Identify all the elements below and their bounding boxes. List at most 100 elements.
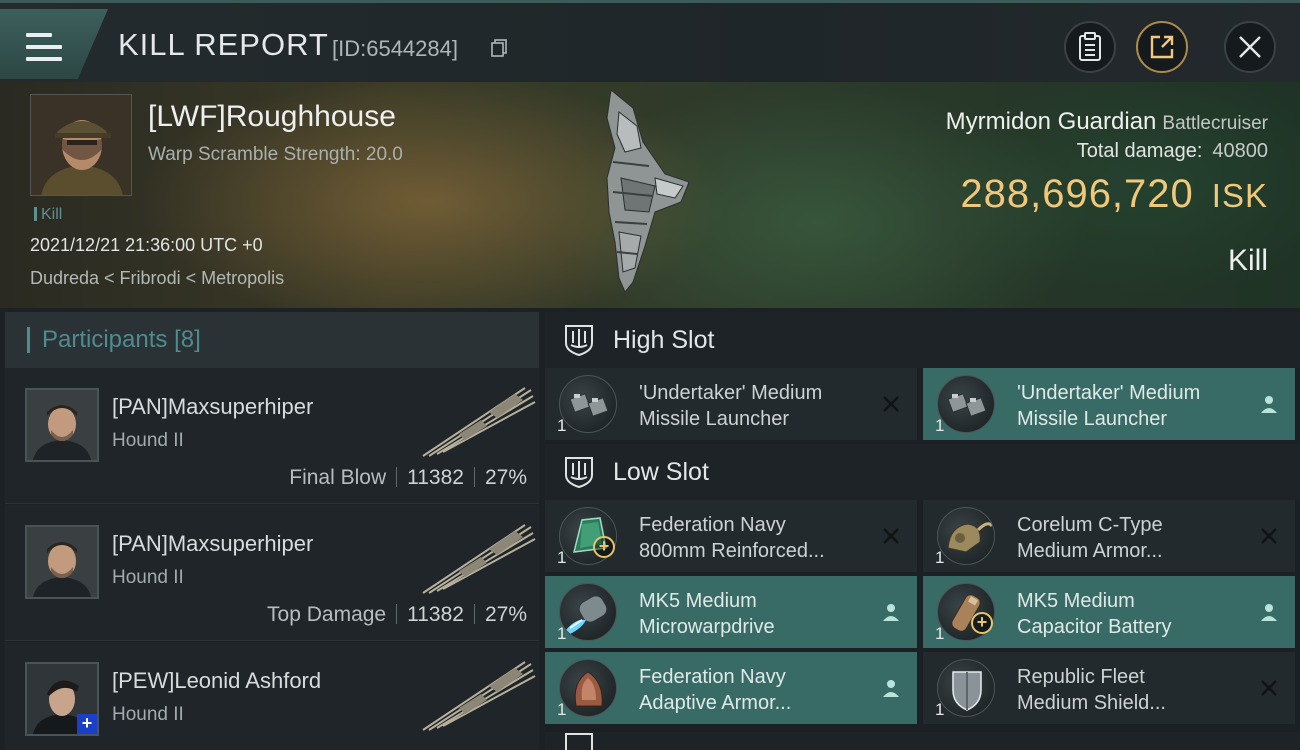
- hamburger-menu-icon: [26, 33, 62, 61]
- module-name: 'Undertaker' Medium Missile Launcher: [639, 382, 823, 430]
- adaptive-armor-icon: [559, 659, 617, 717]
- fittings-panel: High Slot 1 'Undertaker' Medium Missile L…: [545, 312, 1300, 750]
- victim-banner: [LWF]Roughhouse Warp Scramble Strength: …: [0, 82, 1300, 308]
- module-name: MK5 Medium Capacitor Battery: [1017, 590, 1172, 638]
- module-slot[interactable]: 1 MK5 Medium Microwarpdrive: [545, 576, 917, 648]
- victim-portrait[interactable]: [30, 94, 132, 196]
- participant-avatar[interactable]: [25, 388, 99, 462]
- participant-ship: Hound II: [112, 430, 184, 451]
- module-quantity: 1: [935, 624, 945, 643]
- module-slot[interactable]: 1 'Undertaker' Medium Missile Launcher: [545, 368, 917, 440]
- participant-ship: Hound II: [112, 567, 184, 588]
- share-button[interactable]: [1136, 21, 1188, 73]
- module-quantity: 1: [557, 548, 567, 567]
- participant-ship-icon: [422, 387, 536, 457]
- mid-slot-header-partial: [545, 732, 1300, 750]
- victim-ship-render: [606, 89, 690, 293]
- participant-stats: Top Damage 11382 27%: [267, 603, 527, 627]
- close-button[interactable]: [1224, 21, 1276, 73]
- isk-value: 288,696,720 ISK: [960, 172, 1268, 217]
- module-name: MK5 Medium Microwarpdrive: [639, 590, 775, 638]
- participant-avatar[interactable]: +: [25, 662, 99, 736]
- share-export-icon: [1150, 35, 1174, 59]
- missile-launcher-icon: [937, 375, 995, 433]
- victim-ship: Myrmidon Guardian Battlecruiser: [946, 108, 1268, 136]
- participant-percent: 27%: [484, 466, 527, 489]
- participant-stats: Final Blow 11382 27%: [289, 466, 527, 490]
- plus-upgrade-icon: +: [593, 536, 615, 558]
- module-slot[interactable]: + 1 Federation Navy 800mm Reinforced...: [545, 500, 917, 572]
- dropped-person-icon: [883, 680, 899, 697]
- module-slot[interactable]: 1 Republic Fleet Medium Shield...: [923, 652, 1295, 724]
- copy-icon[interactable]: [491, 39, 507, 57]
- participant-percent: 27%: [484, 603, 527, 626]
- ship-name: Myrmidon Guardian: [945, 108, 1157, 135]
- module-quantity: 1: [557, 416, 567, 435]
- participant-row[interactable]: + [PEW]Leonid Ashford Hound II: [5, 642, 539, 750]
- participant-damage: 11382: [407, 466, 464, 489]
- participants-header: Participants [8]: [5, 312, 539, 368]
- module-name: Federation Navy Adaptive Armor...: [639, 666, 792, 714]
- plus-upgrade-icon: +: [971, 612, 993, 634]
- microwarpdrive-icon: [559, 583, 617, 641]
- module-quantity: 1: [557, 700, 567, 719]
- module-name: Federation Navy 800mm Reinforced...: [639, 514, 825, 562]
- participant-role: Final Blow: [289, 466, 387, 489]
- module-quantity: 1: [935, 548, 945, 567]
- plus-badge-icon: +: [77, 714, 97, 734]
- dropped-person-icon: [883, 604, 899, 621]
- module-name: Republic Fleet Medium Shield...: [1017, 666, 1166, 714]
- destroyed-x-icon: [883, 396, 899, 412]
- low-slot-icon: [565, 457, 593, 489]
- destroyed-x-icon: [1261, 528, 1277, 544]
- high-slot-icon: [565, 325, 593, 357]
- warp-scramble-strength: Warp Scramble Strength: 20.0: [148, 144, 403, 165]
- victim-name: [LWF]Roughhouse: [148, 100, 396, 133]
- clipboard-button[interactable]: [1064, 21, 1116, 73]
- isk-unit: ISK: [1211, 177, 1268, 214]
- total-damage-label: Total damage:: [1076, 140, 1203, 162]
- module-slot[interactable]: 1 Federation Navy Adaptive Armor...: [545, 652, 917, 724]
- module-slot[interactable]: + 1 MK5 Medium Capacitor Battery: [923, 576, 1295, 648]
- armor-repairer-icon: [937, 507, 995, 565]
- dropped-person-icon: [1261, 604, 1277, 621]
- participant-name: [PAN]Maxsuperhiper: [112, 531, 314, 556]
- participant-name: [PAN]Maxsuperhiper: [112, 394, 314, 419]
- menu-button[interactable]: [0, 9, 108, 79]
- kill-result: Kill: [1227, 244, 1268, 277]
- close-icon: [1239, 36, 1261, 58]
- participants-title: Participants: [42, 326, 168, 353]
- module-slot[interactable]: 1 'Undertaker' Medium Missile Launcher: [923, 368, 1295, 440]
- total-damage-value: 40800: [1212, 140, 1268, 162]
- kill-tag: Kill: [34, 206, 62, 224]
- participant-avatar[interactable]: [25, 525, 99, 599]
- destroyed-x-icon: [883, 528, 899, 544]
- high-slot-title: High Slot: [613, 325, 715, 354]
- participant-name: [PEW]Leonid Ashford: [112, 668, 322, 693]
- shield-icon: [937, 659, 995, 717]
- participant-row[interactable]: [PAN]Maxsuperhiper Hound II Top Damage 11…: [5, 505, 539, 641]
- top-bar: KILL REPORT [ID:6544284]: [0, 0, 1300, 82]
- clipboard-icon: [1079, 32, 1101, 61]
- ship-class: Battlecruiser: [1162, 113, 1268, 134]
- low-slot-title: Low Slot: [613, 457, 709, 486]
- module-quantity: 1: [935, 700, 945, 719]
- low-slot-header: Low Slot: [545, 444, 1300, 500]
- module-quantity: 1: [557, 624, 567, 643]
- participant-ship-icon: [422, 661, 536, 731]
- mid-slot-icon: [565, 733, 593, 750]
- high-slot-header: High Slot: [545, 312, 1300, 368]
- kill-location: Dudreda < Fribrodi < Metropolis: [30, 268, 285, 288]
- kill-timestamp: 2021/12/21 21:36:00 UTC +0: [30, 235, 263, 255]
- missile-launcher-icon: [559, 375, 617, 433]
- destroyed-x-icon: [1261, 680, 1277, 696]
- participants-count: [8]: [174, 326, 201, 353]
- module-slot[interactable]: 1 Corelum C-Type Medium Armor...: [923, 500, 1295, 572]
- page-title: KILL REPORT: [118, 27, 329, 62]
- participant-row[interactable]: [PAN]Maxsuperhiper Hound II Final Blow 11…: [5, 368, 539, 504]
- module-quantity: 1: [935, 416, 945, 435]
- participant-damage: 11382: [407, 603, 464, 626]
- participant-role: Top Damage: [267, 603, 387, 626]
- module-name: 'Undertaker' Medium Missile Launcher: [1017, 382, 1201, 430]
- dropped-person-icon: [1261, 396, 1277, 413]
